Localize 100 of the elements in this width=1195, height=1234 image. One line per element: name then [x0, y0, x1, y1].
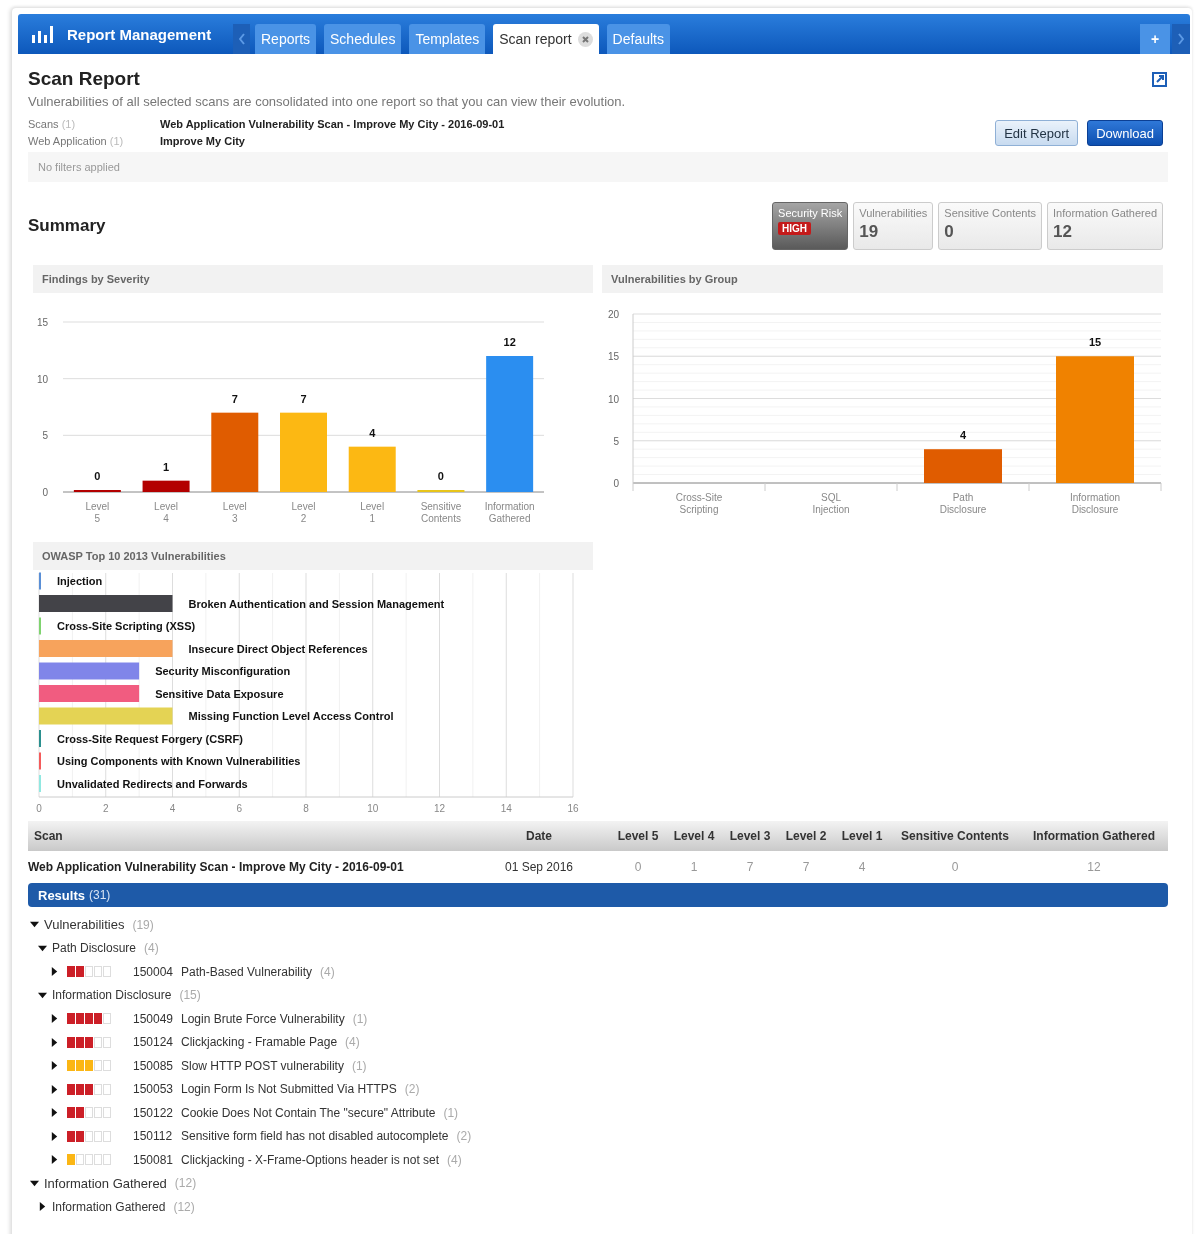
- chart-title: Findings by Severity: [33, 265, 593, 293]
- download-button[interactable]: Download: [1087, 120, 1163, 146]
- axis-category-label: Information Gathered: [484, 501, 535, 524]
- meta-label: Scans (1): [28, 118, 77, 131]
- group-row[interactable]: Information Gathered (12): [28, 1195, 1168, 1219]
- bar-label: Cross-Site Scripting (XSS): [57, 620, 196, 632]
- finding-row[interactable]: 150049 Login Brute Force Vulnerability (1): [28, 1007, 1168, 1031]
- axis-category-label: Level 1: [360, 501, 385, 524]
- axis-tick-label: 14: [500, 803, 512, 814]
- finding-row[interactable]: 150124 Clickjacking - Framable Page (4): [28, 1030, 1168, 1054]
- table-cell-text: 0: [633, 860, 643, 874]
- chevron-left-icon: [238, 33, 245, 45]
- finding-row[interactable]: 150085 Slow HTTP POST vulnerability (1): [28, 1054, 1168, 1078]
- finding-row[interactable]: 150081 Clickjacking - X-Frame-Options header is not set (4): [28, 1148, 1168, 1172]
- finding-id: 150085: [133, 1058, 175, 1073]
- group-label: Vulnerabilities: [44, 917, 125, 933]
- axis-category-label: Path Disclosure: [939, 492, 987, 515]
- caret-down-icon[interactable]: [30, 920, 39, 930]
- axis-category-label: Level 4: [154, 501, 178, 524]
- meta-value: Improve My City: [160, 135, 246, 148]
- finding-id: 150081: [133, 1152, 175, 1167]
- finding-row[interactable]: 150053 Login Form Is Not Submitted Via HTTPS (2): [28, 1077, 1168, 1101]
- finding-count: (4): [447, 1152, 462, 1167]
- axis-tick-label: 15: [36, 317, 48, 328]
- axis-tick-label: 2: [102, 803, 109, 814]
- table-cell-text: 1: [689, 860, 699, 874]
- table-cell-text: 01 Sep 2016: [503, 860, 575, 874]
- axis-category-label: Information Disclosure: [1070, 492, 1120, 515]
- axis-tick-label: 5: [42, 430, 48, 442]
- caret-right-icon[interactable]: [50, 1131, 59, 1141]
- column-header: Level 2: [784, 829, 828, 843]
- axis-tick-label: 0: [42, 487, 48, 498]
- data-label: 15: [1088, 336, 1102, 349]
- caret-right-icon[interactable]: [50, 1108, 59, 1118]
- finding-row[interactable]: 150122 Cookie Does Not Contain The "secure" Attribute (1): [28, 1101, 1168, 1125]
- caret-right-icon[interactable]: [38, 1202, 47, 1212]
- group-row[interactable]: Information Disclosure (15): [28, 983, 1168, 1007]
- bar-label: Injection: [57, 575, 103, 587]
- close-icon[interactable]: [577, 31, 593, 47]
- bar-label: Sensitive Data Exposure: [155, 687, 284, 700]
- finding-title: Path-Based Vulnerability: [181, 964, 312, 979]
- axis-tick-label: 15: [607, 351, 619, 363]
- finding-count: (1): [351, 1058, 367, 1073]
- edit-button[interactable]: Edit Report: [995, 120, 1079, 146]
- group-label: Information Disclosure: [52, 988, 172, 1003]
- chart-bar: [142, 480, 190, 492]
- page-title: Scan Report: [28, 68, 140, 90]
- external-link-icon[interactable]: [1152, 71, 1167, 87]
- axis-tick-label: 8: [303, 803, 309, 814]
- caret-right-icon[interactable]: [50, 1155, 59, 1165]
- group-label: Information Gathered: [52, 1199, 166, 1214]
- group-row[interactable]: Information Gathered (12): [28, 1171, 1168, 1195]
- bar-label: Missing Function Level Access Control: [188, 710, 394, 722]
- bar-label: Using Components with Known Vulnerabilities: [57, 755, 301, 767]
- finding-title: Clickjacking - Framable Page: [181, 1035, 338, 1050]
- table-cell-text: Web Application Vulnerability Scan - Improve My City - 2016-09-01: [28, 860, 405, 874]
- caret-right-icon[interactable]: [50, 1084, 59, 1094]
- risk-badge: HIGH: [778, 222, 812, 235]
- caret-down-icon[interactable]: [38, 943, 47, 953]
- caret-down-icon[interactable]: [30, 1178, 39, 1188]
- finding-id: 150004: [133, 964, 175, 979]
- meta-value: Web Application Vulnerability Scan - Improve My City - 2016-09-01: [160, 118, 505, 131]
- finding-row[interactable]: 150004 Path-Based Vulnerability (4): [28, 960, 1168, 984]
- axis-tick-label: 10: [367, 803, 379, 814]
- caret-right-icon[interactable]: [50, 1061, 59, 1071]
- data-label: 0: [94, 470, 101, 482]
- axis-tick-label: 4: [169, 803, 176, 814]
- card-label: Security Risk: [778, 207, 843, 219]
- group-row[interactable]: Path Disclosure (4): [28, 936, 1168, 960]
- results-title: Results: [38, 887, 85, 903]
- finding-id: 150122: [133, 1105, 175, 1120]
- table-cell-text: 7: [745, 860, 755, 874]
- axis-tick-label: 16: [567, 803, 579, 814]
- finding-id: 150112: [133, 1129, 174, 1144]
- bar-label: Security Misconfiguration: [155, 665, 291, 677]
- group-row[interactable]: Vulnerabilities (19): [28, 913, 1168, 937]
- axis-category-label: SQL Injection: [812, 492, 850, 515]
- axis-category-label: Level 3: [222, 501, 247, 524]
- caret-down-icon[interactable]: [38, 990, 47, 1000]
- filter-note: No filters applied: [28, 152, 1168, 182]
- tab[interactable]: Scan report: [493, 24, 599, 54]
- axis-tick-label: 10: [36, 373, 48, 385]
- finding-title: Login Form Is Not Submitted Via HTTPS: [181, 1082, 397, 1097]
- caret-right-icon[interactable]: [50, 1014, 59, 1024]
- caret-right-icon[interactable]: [50, 967, 59, 977]
- axis-category-label: Cross-Site Scripting: [675, 492, 723, 515]
- column-header: Scan: [33, 829, 64, 843]
- finding-count: (4): [319, 964, 335, 979]
- group-count: (4): [144, 941, 159, 956]
- column-header: Level 5: [616, 829, 660, 843]
- column-header: Date: [525, 829, 553, 843]
- data-label: 4: [369, 426, 376, 439]
- card-value: 0: [944, 222, 955, 242]
- axis-tick-label: 0: [36, 803, 42, 814]
- table-cell-text: 12: [1086, 860, 1102, 874]
- finding-count: (4): [345, 1035, 360, 1050]
- caret-right-icon[interactable]: [50, 1037, 59, 1047]
- section-title: Summary: [28, 216, 106, 236]
- finding-row[interactable]: 150112 Sensitive form field has not disabled autocomplete (2): [28, 1124, 1168, 1148]
- group-count: (15): [179, 988, 201, 1003]
